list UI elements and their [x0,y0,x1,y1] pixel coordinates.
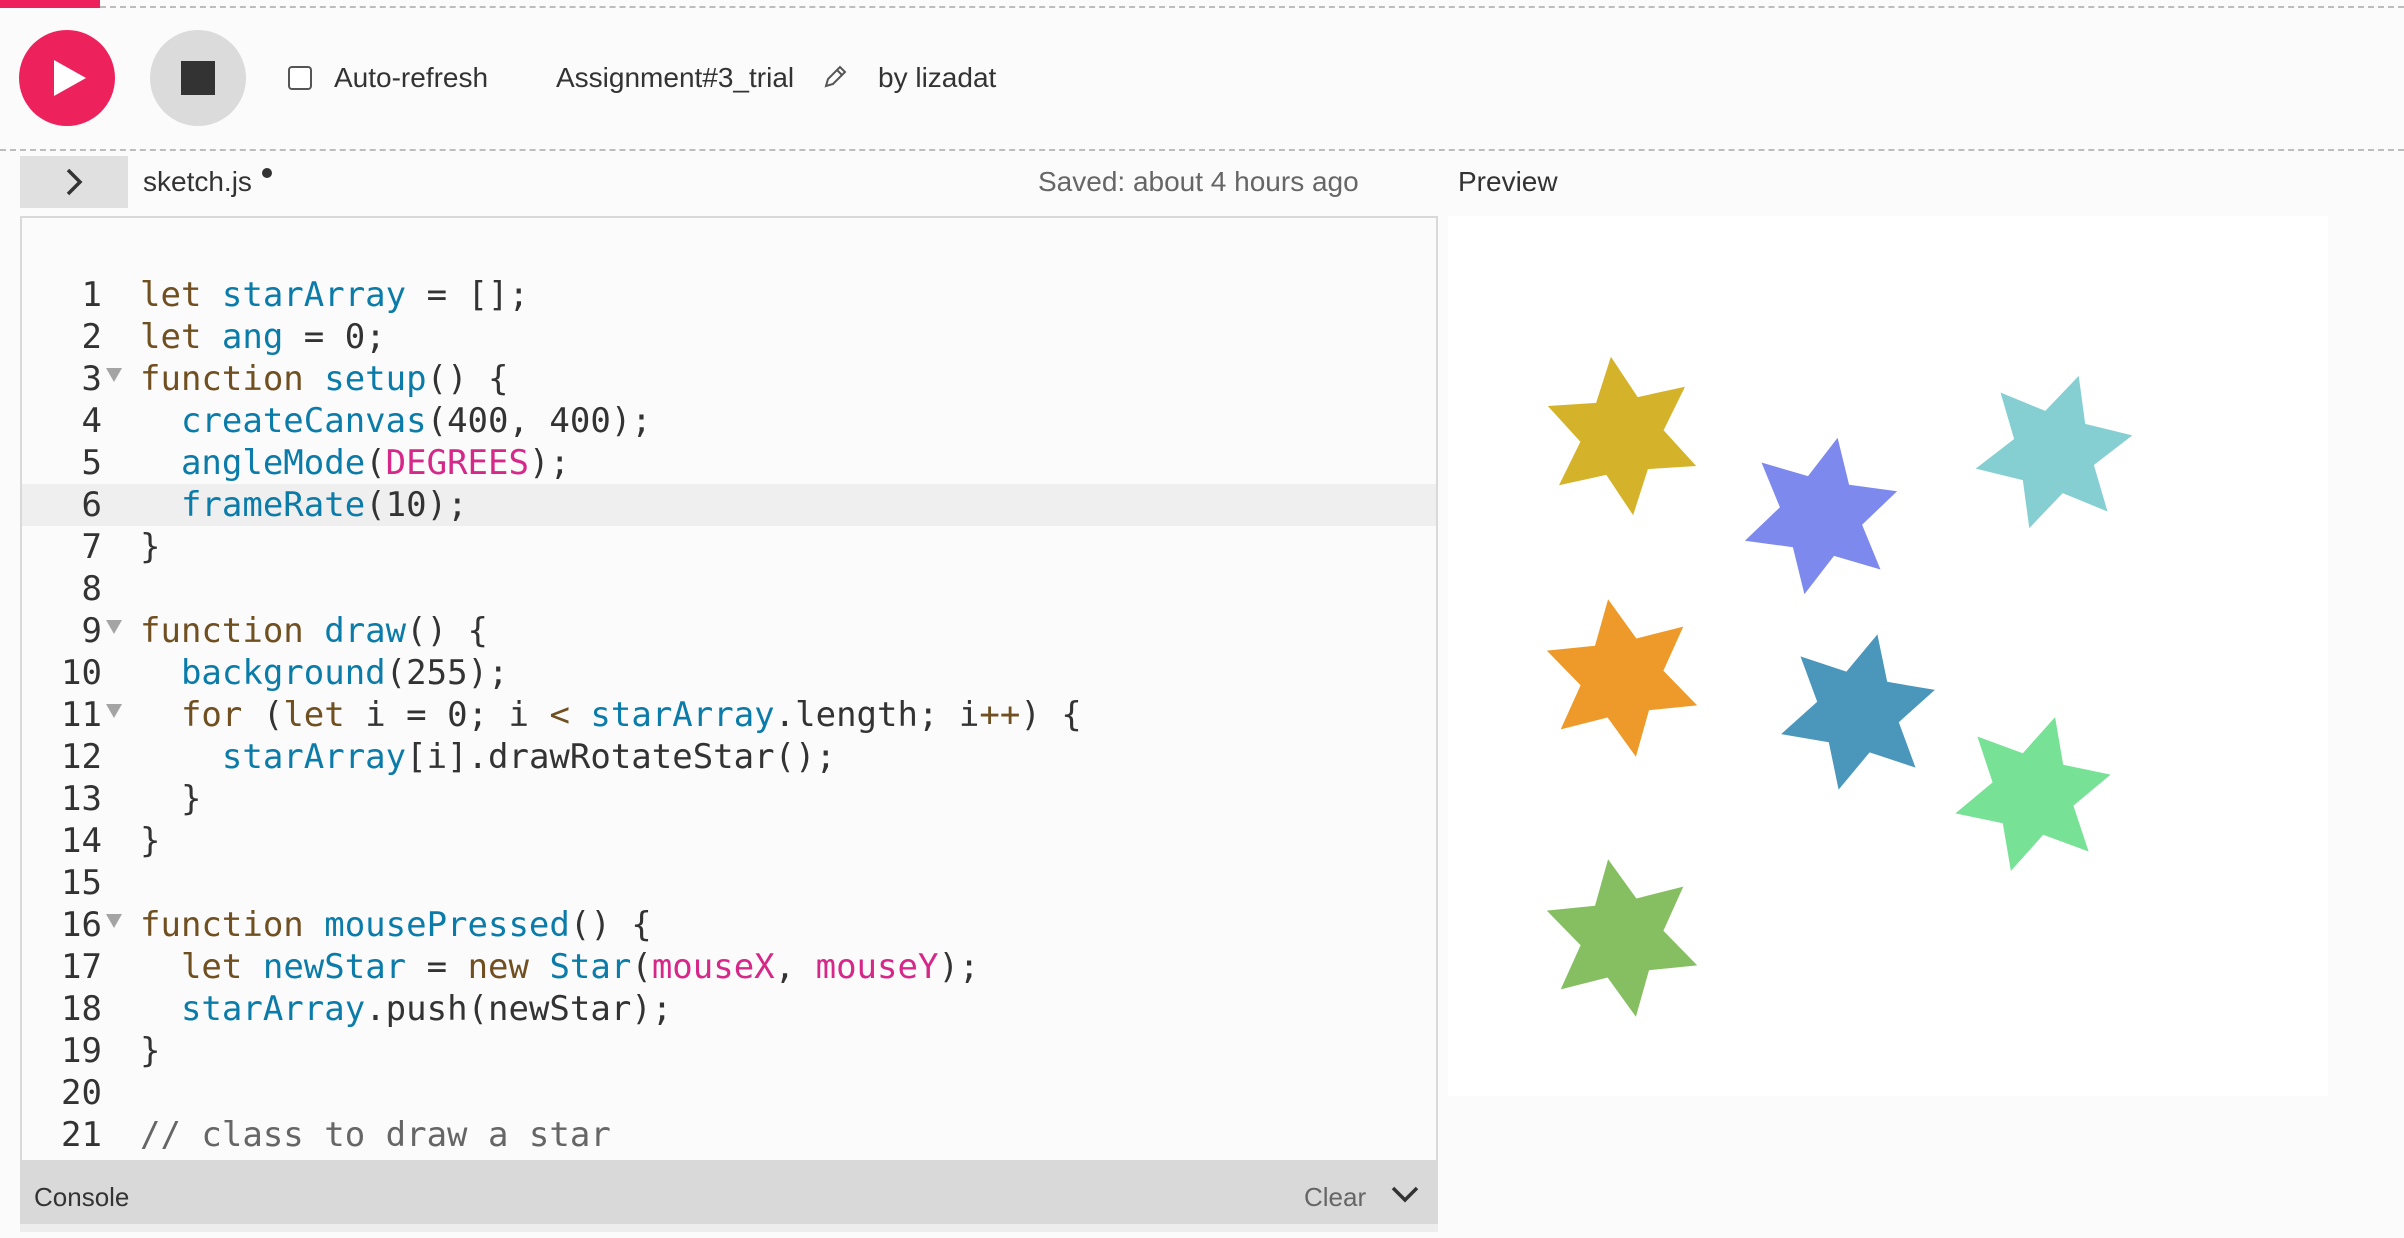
toolbar-divider [0,149,2404,151]
code-line[interactable]: 4 createCanvas(400, 400); [22,400,1436,442]
line-number: 11 [61,695,102,735]
project-name[interactable]: Assignment#3_trial [556,62,794,94]
play-icon [54,60,86,96]
star-shape [1975,375,2133,529]
code-text: let ang = 0; [140,317,386,357]
line-number: 1 [81,275,102,315]
code-text: function setup() { [140,359,509,399]
star-shape [1547,356,1697,516]
code-line[interactable]: 5 angleMode(DEGREES); [22,442,1436,484]
console-clear-button[interactable]: Clear [1304,1182,1366,1213]
line-number: 15 [61,863,102,903]
line-number: 20 [61,1073,102,1113]
code-line[interactable]: 19} [22,1030,1436,1072]
code-line[interactable]: 7} [22,526,1436,568]
code-text: } [140,527,161,567]
code-line[interactable]: 14} [22,820,1436,862]
code-text: frameRate(10); [180,485,468,525]
code-text: } [140,779,202,819]
code-line[interactable]: 15 [22,862,1436,904]
console-label: Console [34,1182,130,1212]
code-line[interactable]: 1 let starArray = []; [22,274,1436,316]
code-text: } [140,821,161,861]
preview-label: Preview [1458,166,1558,197]
code-line[interactable]: 20 [22,1072,1436,1114]
autorefresh-checkbox[interactable] [288,66,312,90]
code-line[interactable]: 16 function mousePressed() { [22,904,1436,946]
unsaved-indicator [262,168,272,178]
fold-arrow-icon[interactable] [106,914,122,928]
line-number: 17 [61,947,102,987]
autorefresh-toggle[interactable]: Auto-refresh [288,62,488,94]
fold-arrow-icon[interactable] [106,704,122,718]
chevron-down-icon[interactable] [1390,1184,1420,1206]
code-line[interactable]: 2 let ang = 0; [22,316,1436,358]
line-number: 12 [61,737,102,777]
code-text: function draw() { [140,611,489,651]
line-number: 18 [61,989,102,1029]
line-number: 10 [61,653,102,693]
code-text: for (let i = 0; i < starArray.length; i+… [180,695,1082,735]
star-shape [1546,859,1698,1017]
line-number: 21 [61,1115,102,1155]
pencil-icon[interactable] [822,64,848,90]
code-line[interactable]: 17 let newStar = new Star(mouseX, mouseY… [22,946,1436,988]
code-text: createCanvas(400, 400); [180,401,652,441]
line-number: 8 [81,569,102,609]
star-shape [1955,717,2111,871]
autorefresh-label: Auto-refresh [334,62,489,93]
line-number: 4 [81,401,102,441]
chevron-right-icon [66,168,83,196]
saved-status: Saved: about 4 hours ago [1038,166,1359,197]
code-text: let newStar = new Star(mouseX, mouseY); [180,947,980,987]
fold-arrow-icon[interactable] [106,368,122,382]
code-line[interactable]: 13 } [22,778,1436,820]
star-shape [1781,634,1935,790]
fold-arrow-icon[interactable] [106,620,122,634]
project-owner-byline[interactable]: by lizadat [878,62,996,94]
sidebar-toggle-button[interactable] [20,156,128,208]
line-number: 6 [81,485,102,525]
line-number: 19 [61,1031,102,1071]
sketch-output [1546,356,2133,1017]
code-text: starArray.push(newStar); [180,989,673,1029]
code-text: // class to draw a star [140,1115,611,1155]
line-number: 5 [81,443,102,483]
stop-button[interactable] [150,30,246,126]
code-text: starArray[i].drawRotateStar(); [221,737,836,777]
code-line[interactable]: 9 function draw() { [22,610,1436,652]
top-accent-bar [0,0,100,8]
code-text: background(255); [180,653,509,693]
line-number: 2 [81,317,102,357]
line-number: 9 [81,611,102,651]
star-shape [1744,437,1898,595]
code-text: function mousePressed() { [140,905,652,945]
play-button[interactable] [19,30,115,126]
code-text: let starArray = []; [140,275,529,315]
code-line[interactable]: 8 [22,568,1436,610]
code-line[interactable]: 6 frameRate(10); [22,484,1436,526]
code-line[interactable]: 11 for (let i = 0; i < starArray.length;… [22,694,1436,736]
code-text: } [140,1031,161,1071]
line-number: 14 [61,821,102,861]
preview-canvas[interactable] [1448,216,2328,1096]
console-header: Console Clear [20,1162,1438,1232]
code-line[interactable]: 12 starArray[i].drawRotateStar(); [22,736,1436,778]
code-line[interactable]: 10 background(255); [22,652,1436,694]
line-number: 7 [81,527,102,567]
code-line[interactable]: 21 // class to draw a star [22,1114,1436,1156]
line-number: 3 [81,359,102,399]
top-divider [100,6,2404,8]
file-tab-sketch-js[interactable]: sketch.js [143,166,252,198]
line-number: 13 [61,779,102,819]
code-text: angleMode(DEGREES); [180,443,570,483]
code-editor[interactable]: 1 let starArray = []; 2 let ang = 0; 3 functi… [20,216,1438,1162]
stop-icon [181,61,215,95]
code-line[interactable]: 18 starArray.push(newStar); [22,988,1436,1030]
star-shape [1546,599,1698,757]
code-line[interactable]: 3 function setup() { [22,358,1436,400]
line-number: 16 [61,905,102,945]
